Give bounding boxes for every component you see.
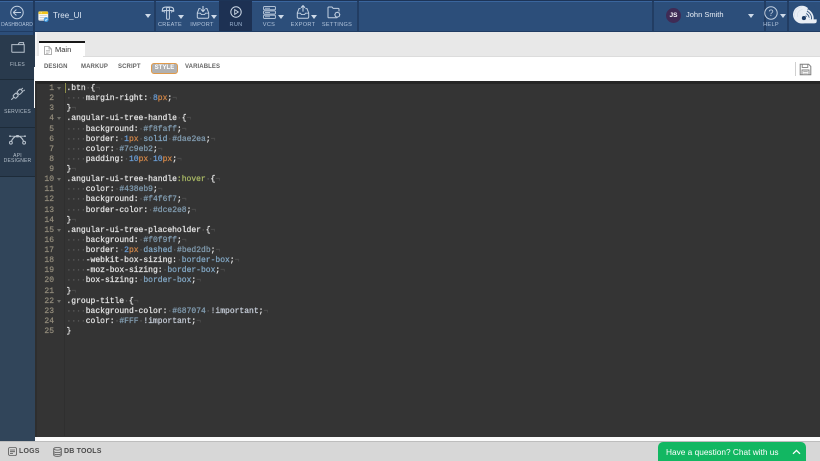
svg-text:?: ? (768, 8, 773, 18)
